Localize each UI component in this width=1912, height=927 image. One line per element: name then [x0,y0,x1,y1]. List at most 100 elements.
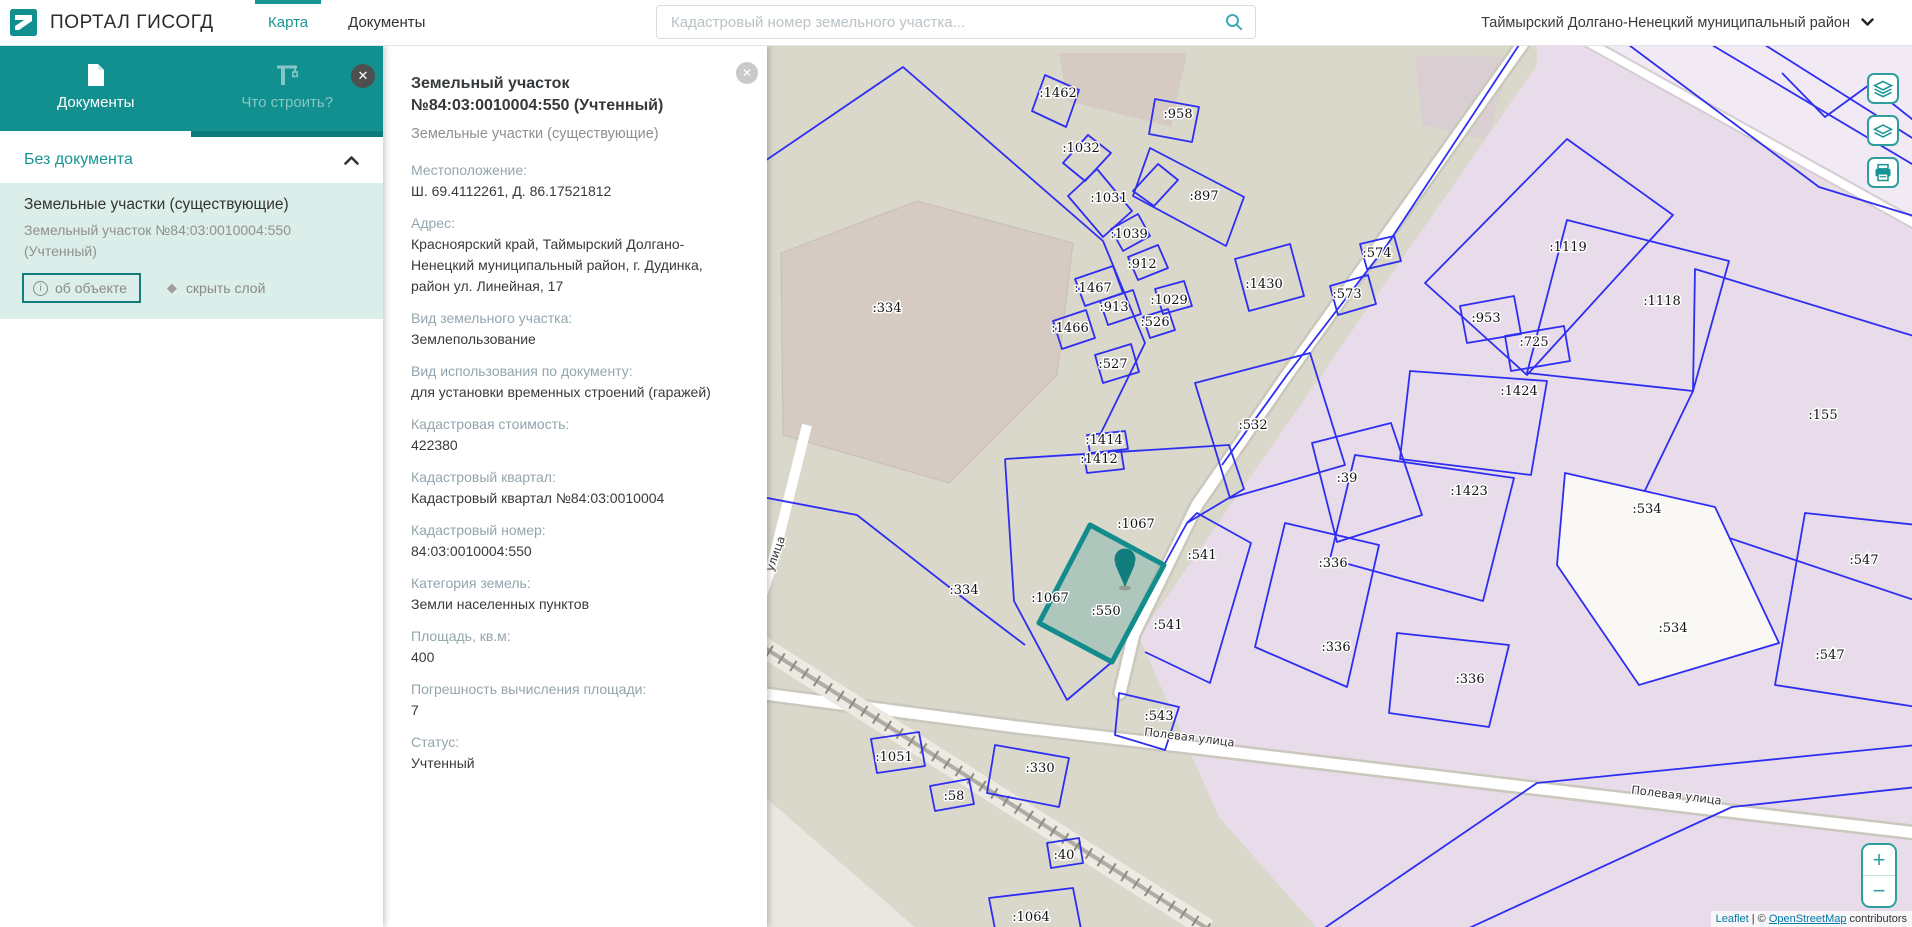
field-label: Погрешность вычисления площади: [411,681,729,697]
info-field: Категория земель:Земли населенных пункто… [411,575,729,615]
parcel-label: :155 [1808,408,1837,423]
field-value: 422380 [411,435,729,456]
object-title: Земельный участок №84:03:0010004:550 (Уч… [411,73,729,118]
parcel-label: :1031 [1090,191,1127,206]
parcel-label: :1029 [1150,293,1187,308]
parcel-label: :1032 [1062,141,1099,156]
map-canvas[interactable]: :1462:1032:958:1031:897:1039:912:1467:91… [767,45,1912,927]
parcel-label: :543 [1144,709,1173,724]
field-label: Местоположение: [411,162,729,178]
region-name: Таймырский Долгано-Ненецкий муниципальны… [1481,15,1850,31]
attribution-rest: contributors [1846,913,1907,925]
info-field: Кадастровый квартал:Кадастровый квартал … [411,469,729,509]
parcel-label: :1467 [1074,281,1111,296]
parcel-label: :574 [1362,246,1391,261]
selected-layer-item[interactable]: Земельные участки (существующие) Земельн… [0,183,383,319]
parcel-label: :1424 [1500,384,1537,399]
chevron-up-icon [344,156,359,165]
top-header: ПОРТАЛ ГИСОГД Карта Документы Таймырский… [0,0,1912,46]
about-object-button[interactable]: i об объекте [22,273,141,303]
hide-layer-button[interactable]: ◆ скрыть слой [167,280,266,296]
parcel-label: :40 [1054,848,1075,863]
portal-logo-icon [10,9,37,36]
field-value: Кадастровый квартал №84:03:0010004 [411,488,729,509]
layer-button[interactable] [1867,115,1899,146]
parcel-label: :1064 [1012,910,1049,925]
field-value: 400 [411,647,729,668]
parcel-label: :334 [872,301,901,316]
sidebar-tabs: Документы Что строить? ✕ [0,45,383,137]
parcel-label: :330 [1025,761,1054,776]
tab-map[interactable]: Карта [248,0,328,45]
search-input[interactable] [657,14,1225,31]
document-group-header[interactable]: Без документа [0,137,383,183]
parcel-label: :541 [1187,548,1216,563]
layers-button[interactable] [1867,73,1899,104]
zoom-out-button[interactable]: − [1863,876,1895,906]
parcel-label: :541 [1153,618,1182,633]
field-label: Кадастровый номер: [411,522,729,538]
parcel-label: :550 [1091,604,1120,619]
info-field: Адрес:Красноярский край, Таймырский Долг… [411,215,729,297]
search-box [656,5,1256,39]
leaflet-link[interactable]: Leaflet [1716,913,1749,925]
diamond-icon: ◆ [167,280,177,296]
parcel-label: :534 [1632,502,1661,517]
layer-title: Земельные участки (существующие) [24,196,359,214]
parcel-label: :1119 [1549,240,1586,255]
field-label: Вид использования по документу: [411,363,729,379]
sidebar-tab-documents[interactable]: Документы [0,45,192,137]
field-label: Адрес: [411,215,729,231]
parcel-label: :534 [1658,621,1687,636]
object-layer-name: Земельные участки (существующие) [411,126,729,142]
parcel-label: :336 [1318,556,1347,571]
crane-icon [274,63,300,87]
parcel-label: :334 [949,583,978,598]
sidebar-close-button[interactable]: ✕ [351,64,375,88]
sidebar-tab-what-to-build[interactable]: Что строить? [192,45,384,137]
field-value: Учтенный [411,753,729,774]
parcel-label: :532 [1238,418,1267,433]
info-panel-close-button[interactable]: ✕ [736,62,758,84]
field-value: Землепользование [411,329,729,350]
document-group-title: Без документа [24,151,133,169]
info-field: Вид использования по документу: для устан… [411,363,729,403]
printer-icon [1873,163,1893,183]
field-label: Площадь, кв.м: [411,628,729,644]
zoom-in-button[interactable]: + [1863,845,1895,876]
brand-name: ПОРТАЛ ГИСОГД [50,12,214,34]
layer-actions: i об объекте ◆ скрыть слой [24,273,359,303]
search-icon[interactable] [1225,13,1243,31]
tab-documents[interactable]: Документы [328,0,445,45]
sidebar-tab-label: Документы [57,94,134,111]
parcel-label: :913 [1099,300,1128,315]
region-selector[interactable]: Таймырский Долгано-Ненецкий муниципальны… [1481,0,1874,45]
field-label: Кадастровая стоимость: [411,416,729,432]
layer-subtitle: Земельный участок №84:03:0010004:550 (Уч… [24,220,359,262]
hide-layer-label: скрыть слой [186,280,266,296]
app-window: :1462:1032:958:1031:897:1039:912:1467:91… [0,0,1912,927]
parcel-label: :58 [944,789,965,804]
document-icon [86,63,106,87]
about-object-label: об объекте [55,280,127,296]
parcel-label: :527 [1098,357,1127,372]
layers-stack-icon [1872,79,1894,99]
parcel-label: :1051 [875,750,912,765]
field-value: Ш. 69.4112261, Д. 86.17521812 [411,181,729,202]
info-field: Кадастровая стоимость: 422380 [411,416,729,456]
attribution-separator: | © [1749,913,1769,925]
print-button[interactable] [1867,157,1899,188]
parcel-label: :1067 [1031,591,1068,606]
info-field: Погрешность вычисления площади:7 [411,681,729,721]
openstreetmap-link[interactable]: OpenStreetMap [1769,913,1847,925]
parcel-label: :1423 [1450,484,1487,499]
parcel-label: :958 [1163,107,1192,122]
map-controls [1867,73,1899,188]
parcel-label: :1414 [1085,433,1122,448]
object-info-panel: ✕ Земельный участок №84:03:0010004:550 (… [383,45,767,927]
parcel-label: :912 [1127,257,1156,272]
sidebar-tab-label: Что строить? [241,94,333,111]
parcel-label: :526 [1140,315,1169,330]
layer-icon [1872,121,1894,141]
field-value: для установки временных строений (гараже… [411,382,729,403]
